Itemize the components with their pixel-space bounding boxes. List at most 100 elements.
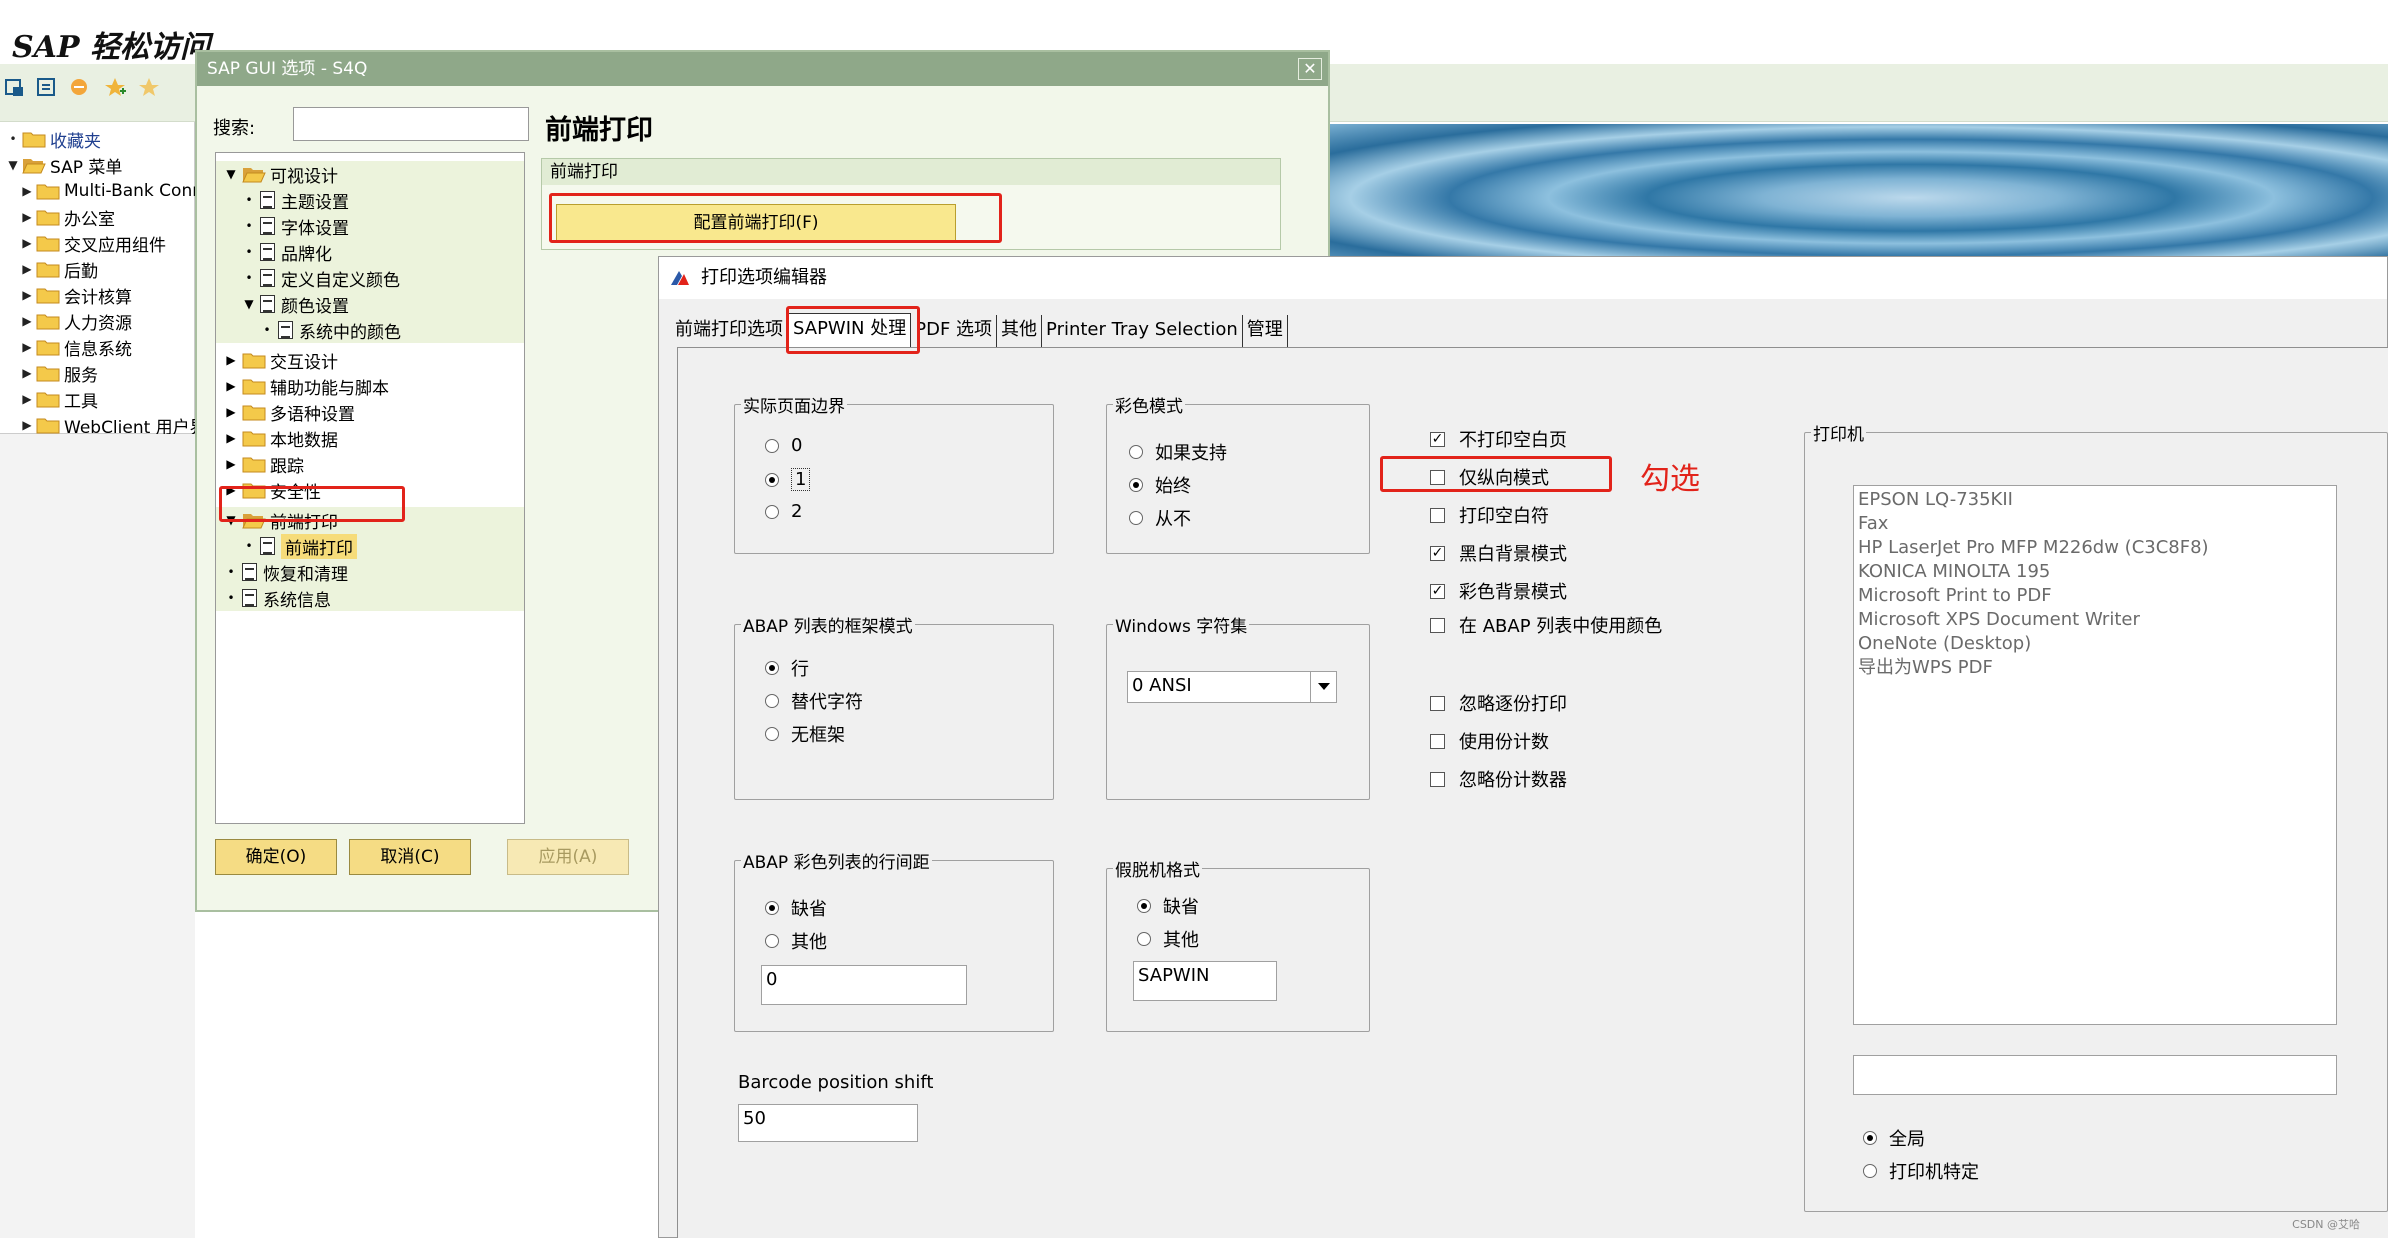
radio-button[interactable] — [765, 694, 779, 708]
checkbox[interactable]: ✓ — [1430, 431, 1445, 447]
chevron-down-icon[interactable] — [1310, 672, 1336, 702]
printer-name-field[interactable] — [1853, 1055, 2337, 1095]
expand-right-icon[interactable]: ▶ — [18, 314, 36, 328]
barcode-input[interactable]: 50 — [738, 1104, 918, 1142]
radio-button[interactable] — [1129, 511, 1143, 525]
tree-item[interactable]: ▶ Multi-Bank Conn — [0, 178, 203, 204]
ok-button[interactable]: 确定(O) — [215, 839, 337, 875]
printer-item[interactable]: EPSON LQ-735KII — [1858, 488, 2332, 512]
nav-tree-item[interactable]: ▶ 跟踪 — [216, 451, 524, 477]
expand-right-icon[interactable]: ▶ — [18, 366, 36, 380]
nav-tree-item[interactable]: • 前端打印 — [216, 533, 524, 559]
checkbox-option[interactable]: 忽略份计数器 — [1430, 766, 1567, 792]
printer-item[interactable]: 导出为WPS PDF — [1858, 656, 2332, 680]
expand-right-icon[interactable]: ▶ — [18, 210, 36, 224]
bullet-icon[interactable]: • — [242, 245, 256, 259]
checkbox-option[interactable]: ✓ 彩色背景模式 — [1430, 578, 1567, 604]
bullet-icon[interactable]: • — [242, 271, 256, 285]
bullet-icon[interactable]: • — [224, 565, 238, 579]
expand-right-icon[interactable]: ▶ — [18, 288, 36, 302]
bullet-icon[interactable]: • — [242, 539, 256, 553]
checkbox[interactable]: ✓ — [1430, 545, 1445, 561]
radio-button[interactable] — [1863, 1164, 1877, 1178]
tab-4[interactable]: 其他 — [997, 315, 1043, 347]
bullet-icon[interactable]: • — [242, 193, 256, 207]
printer-item[interactable]: Microsoft XPS Document Writer — [1858, 608, 2332, 632]
nav-tree-item[interactable]: ▶ 辅助功能与脚本 — [216, 373, 524, 399]
tree-item[interactable]: • 收藏夹 — [0, 126, 101, 152]
radio-option[interactable]: 其他 — [765, 928, 827, 954]
checkbox[interactable] — [1430, 695, 1445, 711]
radio-option[interactable]: 0 — [765, 435, 802, 456]
checkbox[interactable] — [1430, 733, 1445, 749]
expand-right-icon[interactable]: ▶ — [18, 392, 36, 406]
bullet-icon[interactable]: • — [4, 132, 22, 146]
radio-button[interactable] — [765, 934, 779, 948]
spool-format-input[interactable]: SAPWIN — [1133, 961, 1277, 1001]
nav-tree-item[interactable]: ▶ 交互设计 — [216, 347, 524, 373]
radio-option[interactable]: 其他 — [1137, 926, 1199, 952]
checkbox[interactable] — [1430, 617, 1445, 633]
radio-button[interactable] — [765, 438, 779, 453]
checkbox-option[interactable]: 使用份计数 — [1430, 728, 1549, 754]
tree-item[interactable]: ▶ 人力资源 — [0, 308, 132, 334]
tree-item[interactable]: ▶ 工具 — [0, 386, 98, 412]
printer-item[interactable]: HP LaserJet Pro MFP M226dw (C3C8F8) — [1858, 536, 2332, 560]
checkbox[interactable]: ✓ — [1430, 583, 1445, 599]
cancel-button[interactable]: 取消(C) — [349, 839, 471, 875]
radio-button[interactable] — [1129, 445, 1143, 459]
radio-button[interactable] — [765, 661, 779, 675]
expand-down-icon[interactable]: ▼ — [242, 297, 256, 311]
printer-item[interactable]: Fax — [1858, 512, 2332, 536]
nav-tree-item[interactable]: ▶ 本地数据 — [216, 425, 524, 451]
tab-1[interactable]: 前端打印选项 — [671, 315, 788, 347]
checkbox-option[interactable]: 忽略逐份打印 — [1430, 690, 1567, 716]
radio-option[interactable]: 2 — [765, 501, 802, 522]
nav-tree-item[interactable]: ▼ 可视设计 — [216, 161, 524, 187]
radio-button[interactable] — [765, 901, 779, 915]
expand-right-icon[interactable]: ▶ — [224, 431, 238, 445]
line-spacing-input[interactable]: 0 — [761, 965, 967, 1005]
radio-option[interactable]: 替代字符 — [765, 688, 863, 714]
expand-right-icon[interactable]: ▶ — [18, 340, 36, 354]
radio-option[interactable]: 始终 — [1129, 472, 1191, 498]
tab-6[interactable]: 管理 — [1243, 315, 1288, 347]
nav-tree-item[interactable]: • 定义自定义颜色 — [216, 265, 524, 291]
nav-tree-item[interactable]: • 主题设置 — [216, 187, 524, 213]
expand-down-icon[interactable]: ▼ — [4, 158, 22, 172]
tree-item[interactable]: ▶ 交叉应用组件 — [0, 230, 166, 256]
checkbox[interactable] — [1430, 771, 1445, 787]
radio-option[interactable]: 打印机特定 — [1863, 1158, 1979, 1184]
radio-button[interactable] — [1137, 899, 1151, 913]
expand-right-icon[interactable]: ▶ — [18, 236, 36, 250]
radio-button[interactable] — [1863, 1131, 1877, 1145]
user-menu-icon[interactable] — [4, 76, 26, 98]
tree-item[interactable]: ▶ 信息系统 — [0, 334, 132, 360]
charset-select[interactable]: 0 ANSI — [1127, 671, 1337, 703]
printer-item[interactable]: KONICA MINOLTA 195 — [1858, 560, 2332, 584]
radio-button[interactable] — [1137, 932, 1151, 946]
nav-tree-item[interactable]: ▼ 颜色设置 — [216, 291, 524, 317]
radio-option[interactable]: 无框架 — [765, 721, 845, 747]
expand-right-icon[interactable]: ▶ — [224, 353, 238, 367]
radio-button[interactable] — [765, 504, 779, 519]
tab-5[interactable]: Printer Tray Selection — [1042, 315, 1243, 347]
nav-tree-item[interactable]: • 系统中的颜色 — [216, 317, 524, 343]
radio-option[interactable]: 行 — [765, 655, 809, 681]
radio-option[interactable]: 从不 — [1129, 505, 1191, 531]
radio-option[interactable]: 如果支持 — [1129, 439, 1227, 465]
tab-3[interactable]: PDF 选项 — [911, 315, 998, 347]
checkbox-option[interactable]: ✓ 不打印空白页 — [1430, 426, 1567, 452]
radio-option[interactable]: 缺省 — [765, 895, 827, 921]
bullet-icon[interactable]: • — [242, 219, 256, 233]
expand-right-icon[interactable]: ▶ — [18, 418, 36, 432]
expand-right-icon[interactable]: ▶ — [224, 405, 238, 419]
printer-item[interactable]: Microsoft Print to PDF — [1858, 584, 2332, 608]
tree-item[interactable]: ▶ 会计核算 — [0, 282, 132, 308]
expand-right-icon[interactable]: ▶ — [224, 457, 238, 471]
edit-favorite-icon[interactable] — [138, 76, 162, 98]
add-favorite-icon[interactable] — [104, 76, 128, 98]
radio-button[interactable] — [1129, 478, 1143, 492]
tree-item[interactable]: ▼ SAP 菜单 — [0, 152, 122, 178]
tree-item[interactable]: ▶ 后勤 — [0, 256, 98, 282]
